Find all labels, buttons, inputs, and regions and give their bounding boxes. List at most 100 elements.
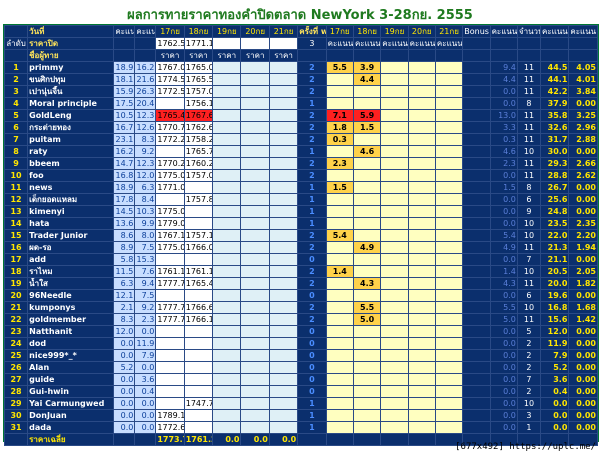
price-day3 [212,289,242,302]
price-day1 [155,253,185,266]
score-week2: 7.6 [134,265,157,278]
price-day3 [212,253,242,266]
score-total: 20.5 [540,265,570,278]
header-blank-row3-7 [489,49,518,62]
header-day-1: 18กย [183,25,214,38]
player-name: DonJuan [27,409,115,422]
player-name: primmy [27,61,115,74]
bonus-week3 [462,61,491,74]
price-day4 [240,193,270,206]
score-week1: 23.1 [113,133,136,146]
header-score-day-0: 17กย [325,25,354,38]
score-week1: 16.7 [113,121,136,134]
price-day4 [240,337,270,350]
score-total: 24.8 [540,205,570,218]
footer-avg4: 0.0 [240,433,270,446]
score-day2 [352,265,382,278]
price-day4 [240,181,270,194]
table-row: 28 Gui-hwin 0.0 0.4 0 0.0 2 0.4 0.00 [3,385,598,398]
footer-avg5: 0.0 [268,433,299,446]
score-day4 [407,229,436,242]
score-day5 [434,409,464,422]
score-day4 [407,277,436,290]
score-day1: 1.4 [325,265,354,278]
player-name: Trader Junior [27,229,115,242]
price-day3 [212,205,242,218]
price-day3 [212,61,242,74]
price-day5 [268,205,299,218]
header-blank-row3-8 [516,49,542,62]
score-day5 [434,337,464,350]
score-day4 [407,217,436,230]
header-blank-tail-1 [489,37,518,50]
price-day5 [268,61,299,74]
score-week1: 14.5 [113,205,136,218]
score-week3: 1.5 [489,181,518,194]
rank-number: 18 [3,265,29,278]
score-average: 4.01 [568,73,598,86]
rank-number: 11 [3,181,29,194]
header-blank-row3-0 [297,49,327,62]
header-close-price-2 [212,37,242,50]
score-day4 [407,409,436,422]
player-name: foo [27,169,115,182]
table-row: 9 bbeem 14.7 12.3 1770.2 1760.2 2 2.3 2.3 11 29.3 2… [3,157,598,170]
score-day4 [407,361,436,374]
rank-number: 19 [3,277,29,290]
price-day1: 1772.2 [155,133,185,146]
guess-count-total: 11 [516,157,542,170]
score-day5 [434,253,464,266]
score-day2 [352,217,382,230]
rank-number: 28 [3,385,29,398]
guess-count-week3: 1 [297,181,327,194]
price-day2: 1756.1 [183,97,214,110]
price-day3 [212,325,242,338]
player-name: กระต่ายทอง [27,121,115,134]
score-day1 [325,217,354,230]
score-average: 0.00 [568,145,598,158]
score-week1: 0.0 [113,337,136,350]
footer-blank-w2 [134,433,157,446]
score-total: 32.6 [540,121,570,134]
header-blank-row3-3 [380,49,409,62]
score-day1: 5.4 [325,229,354,242]
guess-count-week3: 0 [297,373,327,386]
header-blank-row3-1 [325,49,354,62]
table-row: 27 guide 0.0 3.6 0 0.0 7 3.6 0.00 [3,373,598,386]
score-week3: 0.0 [489,97,518,110]
score-day2 [352,133,382,146]
header-price-label-3: ราคา [240,49,270,62]
rank-number: 24 [3,337,29,350]
table-row: 31 dada 0.0 0.0 1772.6 1 0.0 1 0.0 0.00 [3,421,598,434]
score-day4 [407,397,436,410]
score-week3: 5.5 [489,301,518,314]
price-day5 [268,397,299,410]
bonus-week3 [462,253,491,266]
guess-count-week3: 2 [297,157,327,170]
score-week1: 0.0 [113,373,136,386]
player-name: kimenyi [27,205,115,218]
score-week3: 3.3 [489,121,518,134]
score-day1 [325,289,354,302]
player-name: dod [27,337,115,350]
header-score-day-1: 18กย [352,25,382,38]
score-day1 [325,325,354,338]
header-score-day-3: 20กย [407,25,436,38]
bonus-week3 [462,409,491,422]
score-day5 [434,157,464,170]
price-day3 [212,229,242,242]
score-average: 0.00 [568,181,598,194]
price-day2: 1766.6 [183,301,214,314]
footer-tail-4 [407,433,436,446]
score-total: 3.6 [540,373,570,386]
player-name: เปานุ่นจี้น [27,85,115,98]
guess-count-week3: 2 [297,169,327,182]
score-day5 [434,169,464,182]
score-day5 [434,217,464,230]
score-total: 44.5 [540,61,570,74]
bonus-week3 [462,301,491,314]
header-blank-row3-2 [352,49,382,62]
guess-count-week3: 1 [297,193,327,206]
score-week2: 8.4 [134,193,157,206]
score-week1: 8.6 [113,229,136,242]
